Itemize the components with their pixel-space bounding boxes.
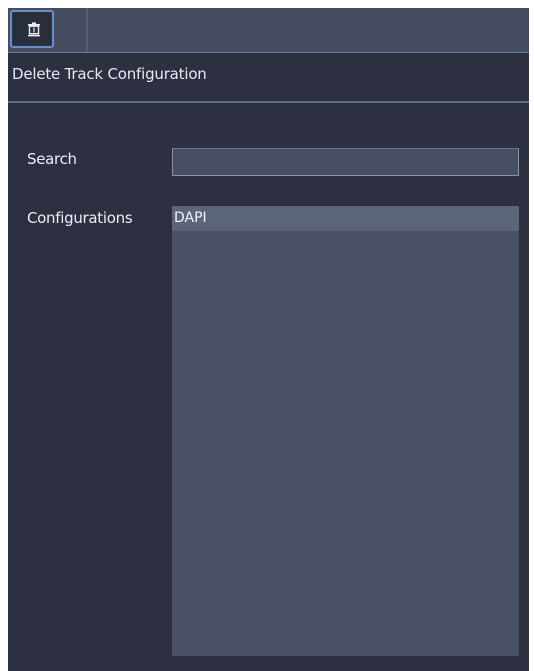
configurations-label: Configurations xyxy=(27,209,133,227)
toolbar-divider xyxy=(86,8,88,52)
search-label: Search xyxy=(27,150,77,168)
delete-config-tab-button[interactable] xyxy=(10,10,54,48)
search-input[interactable] xyxy=(172,148,519,176)
panel-toolbar xyxy=(8,8,529,53)
configurations-list[interactable]: DAPI xyxy=(172,206,519,656)
delete-track-configuration-panel: Delete Track Configuration Search Config… xyxy=(8,8,529,671)
dialog-header: Delete Track Configuration xyxy=(8,53,529,103)
dialog-title: Delete Track Configuration xyxy=(12,65,207,83)
list-item[interactable]: DAPI xyxy=(172,206,519,231)
delete-icon xyxy=(28,22,40,37)
